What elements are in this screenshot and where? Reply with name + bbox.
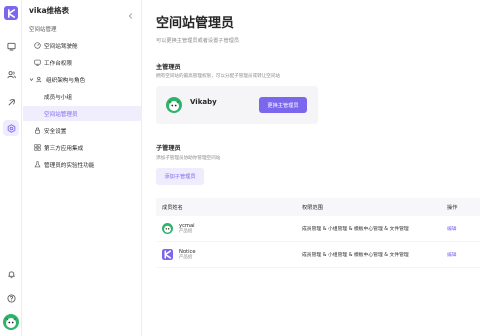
vika-logo-icon[interactable] xyxy=(4,6,18,20)
sidebar-item-members-groups[interactable]: 成员与小组 xyxy=(23,89,142,104)
permission-scope: 成员管理 & 小组管理 & 模板中心管理 & 文件管理 xyxy=(302,227,409,232)
table-row: ycmai 产品组 成员管理 & 小组管理 & 模板中心管理 & 文件管理 编辑 xyxy=(156,216,480,242)
sidebar-item-security[interactable]: 安全设置 xyxy=(23,123,142,138)
sidebar-section-label: 空间站管理 xyxy=(29,27,57,33)
sub-admin-table: 成员姓名 权限范围 操作 ycmai 产品组 成员管理 & 小组管理 & 模板中… xyxy=(156,198,480,268)
grid-icon xyxy=(33,144,41,152)
sidebar-item-org-roles[interactable]: 组织架构与角色 xyxy=(23,72,142,87)
notification-bell-icon[interactable] xyxy=(3,266,19,282)
sidebar-item-label: 成员与小组 xyxy=(44,94,72,101)
sidebar-item-label: 第三方应用集成 xyxy=(44,145,84,152)
member-dept: 产品组 xyxy=(179,254,193,260)
sidebar-item-label: 空间站驾驶舱 xyxy=(44,43,78,50)
table-header: 成员姓名 权限范围 操作 xyxy=(156,198,480,216)
column-header-name: 成员姓名 xyxy=(162,204,183,211)
change-primary-admin-button[interactable]: 更换主管理员 xyxy=(259,97,307,113)
primary-admin-description: 拥有空间站的最高管理权限，可以分配子管理员或转让空间站 xyxy=(156,74,281,79)
sidebar-item-label: 安全设置 xyxy=(44,128,67,135)
sidebar-item-label: 工作台权限 xyxy=(44,60,72,67)
admin-avatar xyxy=(166,97,182,113)
user-avatar[interactable] xyxy=(3,314,19,330)
column-header-action: 操作 xyxy=(447,204,458,211)
sidebar-item-space-admins[interactable]: 空间站管理员 xyxy=(23,106,142,121)
primary-admin-card: Vikaby 更换主管理员 xyxy=(156,86,318,124)
sidebar-item-label: 空间站管理员 xyxy=(44,111,78,118)
chevron-down-icon xyxy=(29,76,34,84)
column-header-scope: 权限范围 xyxy=(302,204,323,211)
member-cell: Notice 产品组 xyxy=(156,249,302,261)
add-sub-admin-button[interactable]: 添加子管理员 xyxy=(156,168,204,185)
member-dept: 产品组 xyxy=(179,228,193,234)
space-settings-icon[interactable] xyxy=(3,120,19,136)
member-cell: ycmai 产品组 xyxy=(156,223,302,235)
main-content: 空间站管理员 可以更换主管理员或者设置子管理员 主管理员 拥有空间站的最高管理权… xyxy=(143,0,480,336)
space-name: vika维格表 xyxy=(29,6,70,15)
edit-link[interactable]: 编辑 xyxy=(447,251,480,258)
settings-sidebar: vika维格表 空间站管理 空间站驾驶舱 工作台权限 组织架构与角色 成员与小组… xyxy=(23,0,142,336)
page-title: 空间站管理员 xyxy=(156,16,235,31)
member-avatar xyxy=(162,222,173,234)
dashboard-icon xyxy=(33,42,41,50)
sidebar-item-integrations[interactable]: 第三方应用集成 xyxy=(23,140,142,155)
admin-name: Vikaby xyxy=(190,98,217,106)
primary-admin-title: 主管理员 xyxy=(156,64,181,71)
sidebar-item-dashboard[interactable]: 空间站驾驶舱 xyxy=(23,38,142,53)
page-description: 可以更换主管理员或者设置子管理员 xyxy=(156,38,240,44)
template-icon[interactable] xyxy=(3,94,19,110)
lock-icon xyxy=(33,127,41,135)
edit-link[interactable]: 编辑 xyxy=(447,225,480,232)
table-row: Notice 产品组 成员管理 & 小组管理 & 模板中心管理 & 文件管理 编… xyxy=(156,242,480,268)
icon-rail xyxy=(0,0,22,336)
workbench-icon[interactable] xyxy=(3,38,19,54)
help-icon[interactable] xyxy=(3,290,19,306)
sidebar-item-workbench-permission[interactable]: 工作台权限 xyxy=(23,55,142,70)
sub-admin-description: 添加子管理员协助你管理空间站 xyxy=(156,156,221,161)
members-icon[interactable] xyxy=(3,66,19,82)
sidebar-item-lab-features[interactable]: 管理员的实验性功能 xyxy=(23,157,142,172)
permission-scope: 成员管理 & 小组管理 & 模板中心管理 & 文件管理 xyxy=(302,253,409,258)
lab-icon xyxy=(33,161,41,169)
sub-admin-title: 子管理员 xyxy=(156,145,181,152)
org-icon xyxy=(35,76,43,84)
member-avatar xyxy=(162,248,173,260)
workbench-icon xyxy=(33,59,41,67)
collapse-sidebar-icon[interactable] xyxy=(127,5,135,19)
sidebar-item-label: 管理员的实验性功能 xyxy=(44,162,95,169)
sidebar-item-label: 组织架构与角色 xyxy=(46,77,86,84)
